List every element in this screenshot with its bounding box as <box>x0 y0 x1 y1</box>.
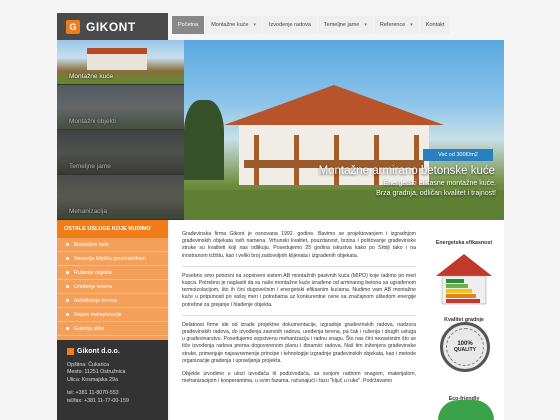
thumb-label: Temeljne jame <box>69 163 111 170</box>
bullet-icon <box>66 271 69 274</box>
right-badges: Energetska efikasnost Kvalitet gradnje E… <box>424 220 504 420</box>
eco-leaf-icon <box>438 400 494 420</box>
bullet-icon <box>66 257 69 260</box>
main-content: Građevinska firma Gikont je osnovana 199… <box>170 220 424 420</box>
nav-foundation-pits[interactable]: Temeljne jame ▾ <box>317 16 373 34</box>
service-item[interactable]: Uređenje terena <box>57 280 168 294</box>
service-item[interactable]: Asfaltiranje terena <box>57 294 168 308</box>
thumb-prefab-objects[interactable]: Montažni objekti <box>57 85 184 130</box>
bullet-icon <box>66 299 69 302</box>
logo-icon: G <box>66 19 80 34</box>
mipo-paragraph: Posebno smo ponosni na sopstveni sistem … <box>182 272 416 308</box>
chevron-down-icon: ▾ <box>253 22 257 28</box>
roof-shape <box>224 85 444 125</box>
nav-references[interactable]: Reference ▾ <box>373 16 419 34</box>
company-fax[interactable]: tel/fax: +381 11-77-00-159 <box>67 398 158 406</box>
hero-subtitle: Energetski efikasne montažne kuće. Brza … <box>330 179 496 199</box>
thumb-label: Mehanizacija <box>69 208 107 215</box>
nav-prefab-houses[interactable]: Montažne kuće ▾ <box>205 16 263 34</box>
thumb-label: Montažne kuće <box>69 73 114 80</box>
service-item[interactable]: Galerija slika <box>57 322 168 336</box>
works-paragraph: Objekte izvodimo u ulozi izvođača ili po… <box>182 371 416 385</box>
thumb-label: Montažni objekti <box>69 118 116 125</box>
company-title: Gikont d.o.o. <box>67 348 158 356</box>
bullet-icon <box>66 243 69 246</box>
chevron-down-icon: ▾ <box>364 22 367 28</box>
nav-works[interactable]: Izvođenje radova <box>263 16 317 34</box>
energy-house-icon <box>436 254 492 305</box>
company-street: Ulica: Kosmajska 29a <box>67 376 118 383</box>
page: G GIKONT Početna Montažne kuće ▾ Izvođenj… <box>0 0 560 420</box>
category-thumbnails: Montažne kuće Montažni objekti Temeljne … <box>57 40 184 220</box>
nav-home[interactable]: Početna <box>172 16 205 34</box>
divider <box>182 265 416 267</box>
energy-label: Energetska efikasnost <box>435 240 493 246</box>
main-nav: Početna Montažne kuće ▾ Izvođenje radova … <box>172 15 503 35</box>
bullet-icon <box>66 285 69 288</box>
divider <box>182 314 416 316</box>
logo-text: GIKONT <box>86 19 136 34</box>
price-badge[interactable]: Već od 300€/m2 <box>423 149 493 161</box>
services-menu: OSTALE USLUGE KOJE NUDIMO Montažne hale … <box>57 220 168 340</box>
tree-image <box>184 100 224 180</box>
bullet-icon <box>66 327 69 330</box>
hero-line-1: Energetski efikasne montažne kuće. <box>383 180 496 187</box>
quality-badge-icon: 100% QUALITY <box>440 322 490 372</box>
chevron-down-icon: ▾ <box>410 22 413 28</box>
logo-icon <box>67 348 74 356</box>
company-municipality: Opština: Čukarica <box>67 361 110 368</box>
service-item[interactable]: Senacija klizišta geosintetikom <box>57 252 168 266</box>
thumb-prefab-houses[interactable]: Montažne kuće <box>57 40 184 85</box>
house-image <box>87 48 147 70</box>
company-city: Mesto: 11251 Ostružnica <box>67 369 126 375</box>
thumb-machinery[interactable]: Mehanizacija <box>57 175 184 220</box>
service-item[interactable]: Montažne hale <box>57 238 168 252</box>
services-heading: OSTALE USLUGE KOJE NUDIMO <box>57 220 168 238</box>
service-item[interactable]: Rušenje objekta <box>57 266 168 280</box>
company-phone[interactable]: tel: +381 11-8070-553 <box>67 390 158 398</box>
activities-paragraph: Delatnost firme ide od izrade projektne … <box>182 321 416 364</box>
nav-contact[interactable]: Kontakt <box>419 16 451 34</box>
bullet-icon <box>66 313 69 316</box>
service-item[interactable]: Najam mehanizacije <box>57 308 168 322</box>
company-info: Gikont d.o.o. Opština: Čukarica Mesto: 1… <box>57 340 168 420</box>
quality-word: QUALITY <box>454 347 476 353</box>
hero-title: Montažne armirano betonske kuće <box>318 165 495 177</box>
intro-paragraph: Građevinska firma Gikont je osnovana 199… <box>182 231 416 259</box>
hero-line-2: Brza gradnja, odličan kvalitet i trajnos… <box>376 190 496 197</box>
thumb-foundation-pits[interactable]: Temeljne jame <box>57 130 184 175</box>
site-logo[interactable]: G GIKONT <box>57 13 168 40</box>
